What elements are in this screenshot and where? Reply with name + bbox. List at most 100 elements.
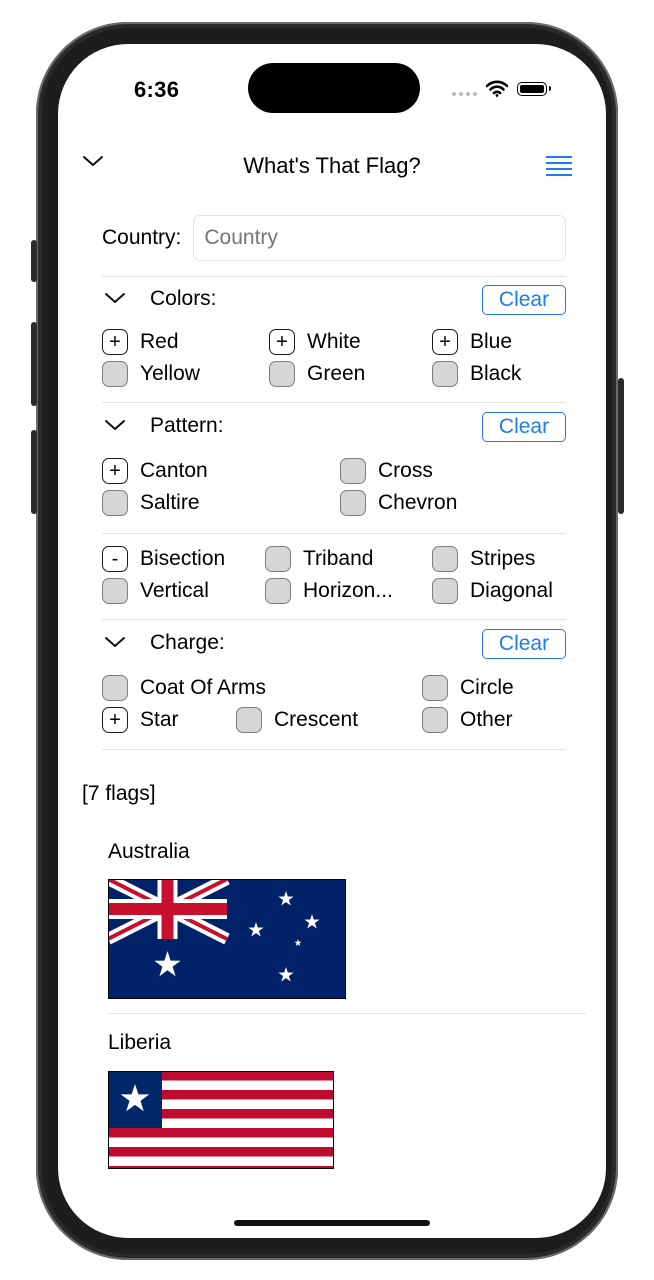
volume-up-button — [31, 322, 37, 406]
charge-title: Charge: — [150, 631, 225, 654]
pattern-option-saltire[interactable]: Saltire — [102, 488, 200, 518]
checkbox-empty[interactable] — [102, 490, 128, 516]
colors-clear-button[interactable]: Clear — [482, 285, 566, 315]
pattern-title: Pattern: — [150, 414, 224, 437]
option-label: Yellow — [140, 362, 200, 385]
option-label: Blue — [470, 330, 513, 353]
option-label: Star — [140, 708, 179, 731]
charge-option-star[interactable]: + Star — [102, 705, 179, 735]
pattern-option-cross[interactable]: Cross — [340, 456, 433, 486]
option-label: Green — [307, 362, 366, 385]
checkbox-plus[interactable]: + — [432, 329, 458, 355]
flag-name: Australia — [108, 840, 190, 863]
australia-flag-image[interactable] — [108, 879, 346, 999]
country-input[interactable] — [193, 215, 566, 261]
divider — [102, 749, 566, 750]
checkbox-empty[interactable] — [102, 361, 128, 387]
option-label: White — [307, 330, 361, 353]
pattern-chevron-icon[interactable] — [104, 418, 126, 432]
checkbox-plus[interactable]: + — [102, 458, 128, 484]
home-indicator[interactable] — [234, 1220, 430, 1226]
color-option-green[interactable]: Green — [269, 359, 365, 389]
list-menu-icon[interactable] — [546, 156, 572, 180]
status-icons — [452, 80, 551, 97]
checkbox-empty[interactable] — [265, 546, 291, 572]
colors-chevron-icon[interactable] — [104, 291, 126, 305]
pattern-option-stripes[interactable]: Stripes — [432, 544, 535, 574]
charge-option-coat-of-arms[interactable]: Coat Of Arms — [102, 673, 266, 703]
divider — [102, 533, 566, 534]
colors-header: Colors: Clear — [102, 285, 566, 315]
checkbox-plus[interactable]: + — [102, 329, 128, 355]
option-label: Stripes — [470, 547, 536, 570]
action-button — [31, 240, 37, 282]
divider — [102, 619, 566, 620]
pattern-option-diagonal[interactable]: Diagonal — [432, 576, 553, 606]
liberia-flag-image[interactable] — [108, 1071, 334, 1169]
color-option-white[interactable]: + White — [269, 327, 361, 357]
pattern-option-canton[interactable]: + Canton — [102, 456, 208, 486]
screen: 6:36 What's That Flag? Country: Colors: … — [58, 44, 606, 1238]
battery-icon — [517, 81, 551, 96]
option-label: Cross — [378, 459, 433, 482]
checkbox-plus[interactable]: + — [102, 707, 128, 733]
checkbox-empty[interactable] — [422, 675, 448, 701]
colors-title: Colors: — [150, 287, 217, 310]
checkbox-minus[interactable]: - — [102, 546, 128, 572]
color-option-blue[interactable]: + Blue — [432, 327, 512, 357]
result-count: [7 flags] — [82, 782, 156, 805]
page-title: What's That Flag? — [243, 153, 421, 178]
charge-option-other[interactable]: Other — [422, 705, 513, 735]
checkbox-empty[interactable] — [432, 578, 458, 604]
charge-chevron-icon[interactable] — [104, 635, 126, 649]
checkbox-empty[interactable] — [340, 490, 366, 516]
checkbox-empty[interactable] — [236, 707, 262, 733]
status-time: 6:36 — [134, 77, 180, 102]
option-label: Bisection — [140, 547, 226, 570]
pattern-option-chevron[interactable]: Chevron — [340, 488, 457, 518]
option-label: Saltire — [140, 491, 200, 514]
charge-option-crescent[interactable]: Crescent — [236, 705, 358, 735]
pattern-option-horizontal[interactable]: Horizon... — [265, 576, 393, 606]
option-label: Vertical — [140, 579, 209, 602]
option-label: Black — [470, 362, 522, 385]
option-label: Triband — [303, 547, 374, 570]
wifi-icon — [486, 80, 508, 97]
color-option-black[interactable]: Black — [432, 359, 521, 389]
cellular-signal-icon — [452, 82, 477, 96]
checkbox-empty[interactable] — [422, 707, 448, 733]
color-option-red[interactable]: + Red — [102, 327, 179, 357]
checkbox-empty[interactable] — [340, 458, 366, 484]
option-label: Other — [460, 708, 513, 731]
charge-option-circle[interactable]: Circle — [422, 673, 514, 703]
dynamic-island — [248, 63, 420, 113]
pattern-clear-button[interactable]: Clear — [482, 412, 566, 442]
checkbox-empty[interactable] — [432, 361, 458, 387]
pattern-option-bisection[interactable]: - Bisection — [102, 544, 225, 574]
checkbox-plus[interactable]: + — [269, 329, 295, 355]
option-label: Horizon... — [303, 579, 393, 602]
checkbox-empty[interactable] — [432, 546, 458, 572]
checkbox-empty[interactable] — [102, 675, 128, 701]
divider — [102, 402, 566, 403]
option-label: Circle — [460, 676, 514, 699]
option-label: Diagonal — [470, 579, 553, 602]
checkbox-empty[interactable] — [269, 361, 295, 387]
option-label: Chevron — [378, 491, 458, 514]
checkbox-empty[interactable] — [265, 578, 291, 604]
charge-clear-button[interactable]: Clear — [482, 629, 566, 659]
divider — [108, 1013, 586, 1014]
volume-down-button — [31, 430, 37, 514]
color-option-yellow[interactable]: Yellow — [102, 359, 200, 389]
checkbox-empty[interactable] — [102, 578, 128, 604]
option-label: Coat Of Arms — [140, 676, 267, 699]
option-label: Canton — [140, 459, 208, 482]
country-row: Country: — [102, 214, 566, 262]
option-label: Crescent — [274, 708, 359, 731]
country-label: Country: — [102, 226, 182, 249]
pattern-header: Pattern: Clear — [102, 412, 566, 442]
charge-header: Charge: Clear — [102, 629, 566, 659]
divider — [102, 276, 566, 277]
pattern-option-triband[interactable]: Triband — [265, 544, 373, 574]
pattern-option-vertical[interactable]: Vertical — [102, 576, 209, 606]
